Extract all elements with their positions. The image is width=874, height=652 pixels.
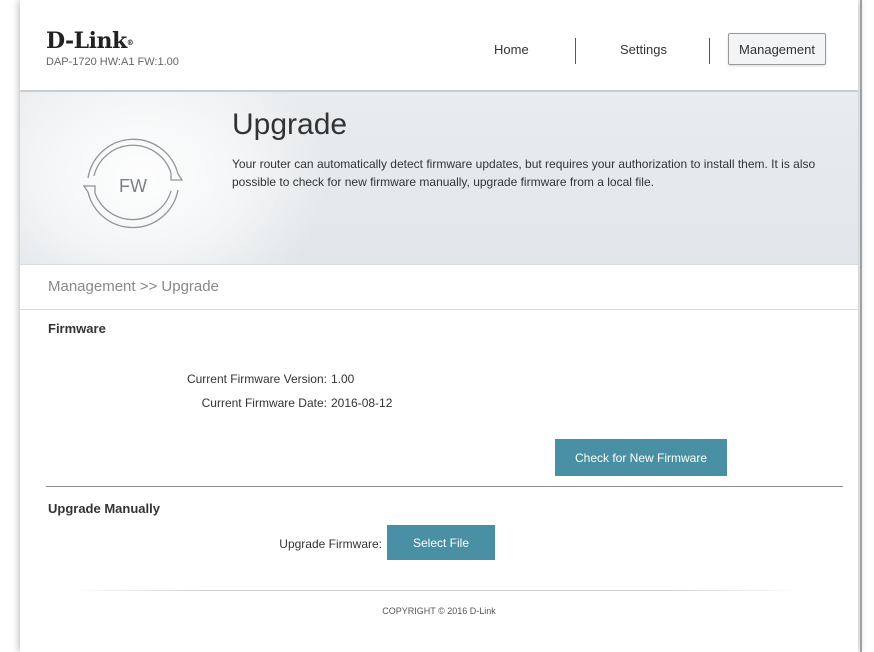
breadcrumb-bar: Management >> Upgrade [20, 264, 858, 310]
logo-text: D-Link [46, 28, 127, 54]
firmware-date-value: 2016-08-12 [331, 396, 393, 410]
firmware-refresh-icon: FW [82, 138, 184, 229]
page-title: Upgrade [232, 108, 348, 141]
nav-divider [575, 38, 576, 64]
page-description: Your router can automatically detect fir… [232, 157, 816, 189]
fw-icon-label: FW [119, 176, 147, 196]
logo-registered-mark: ® [126, 38, 134, 47]
page-banner: FW Upgrade Your router can automatically… [20, 92, 858, 264]
firmware-version-value: 1.00 [331, 372, 355, 386]
select-file-button[interactable]: Select File [387, 525, 495, 560]
header: D-Link® DAP-1720 HW:A1 FW:1.00 Home Sett… [20, 0, 858, 92]
nav-settings[interactable]: Settings [620, 42, 667, 57]
nav-divider [709, 38, 710, 64]
section-divider [46, 486, 843, 487]
window-edge [860, 0, 862, 652]
breadcrumb: Management >> Upgrade [48, 278, 219, 295]
check-new-firmware-button[interactable]: Check for New Firmware [555, 439, 727, 476]
firmware-version-label: Current Firmware Version: [186, 372, 327, 386]
upgrade-firmware-label: Upgrade Firmware: [279, 537, 382, 551]
dlink-logo: D-Link® [46, 28, 134, 54]
nav-management[interactable]: Management [728, 33, 826, 65]
nav-home[interactable]: Home [494, 42, 529, 57]
upgrade-manually-section-title: Upgrade Manually [48, 501, 160, 516]
firmware-section-title: Firmware [48, 321, 106, 336]
hardware-info: DAP-1720 HW:A1 FW:1.00 [46, 56, 179, 68]
browser-frame: D-Link® DAP-1720 HW:A1 FW:1.00 Home Sett… [20, 0, 858, 652]
firmware-date-label: Current Firmware Date: [201, 396, 327, 410]
copyright: COPYRIGHT © 2016 D-Link [382, 606, 496, 616]
footer-divider [66, 590, 806, 591]
